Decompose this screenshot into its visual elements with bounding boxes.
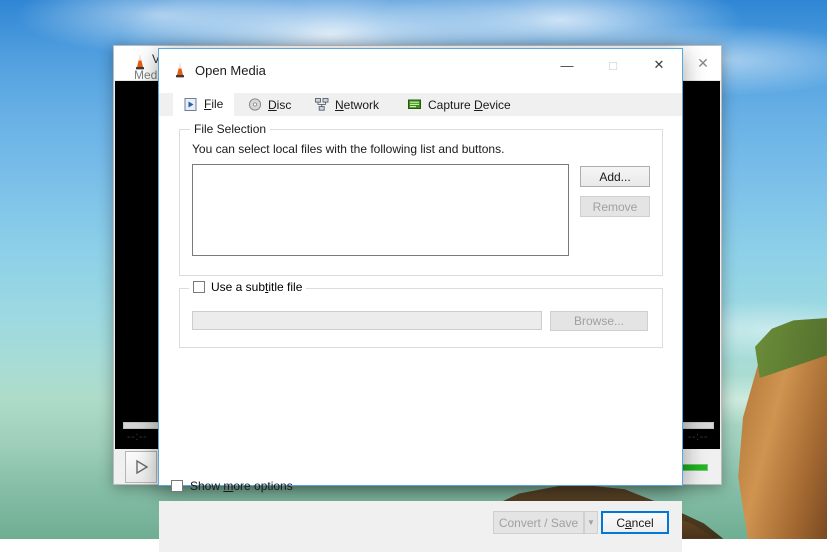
dialog-body: File Selection You can select local file…: [159, 116, 682, 552]
tab-network[interactable]: Network: [304, 93, 390, 116]
chevron-down-icon[interactable]: ▼: [584, 511, 598, 534]
play-icon: [136, 459, 149, 475]
tab-file-label: File: [204, 97, 224, 111]
tab-capture-device[interactable]: Capture Device: [397, 93, 522, 116]
vlc-elapsed-time: --:--: [127, 431, 148, 443]
add-button[interactable]: Add...: [580, 166, 650, 187]
dialog-tabstrip: File Disc Network Capture Device: [159, 93, 682, 117]
dialog-titlebar[interactable]: Open Media — □ ✕: [159, 49, 682, 93]
dialog-footer: Convert / Save ▼ Cancel: [159, 501, 682, 552]
file-selection-group: File Selection You can select local file…: [179, 122, 663, 276]
maximize-button[interactable]: □: [590, 49, 636, 81]
file-list[interactable]: [192, 164, 569, 256]
convert-save-button[interactable]: Convert / Save: [493, 511, 584, 534]
tab-file[interactable]: File: [173, 93, 235, 116]
cancel-button-label: Cancel: [616, 515, 654, 530]
subtitle-group: Use a subtitle file Browse...: [179, 280, 663, 348]
show-more-options-label: Show more options: [190, 479, 293, 493]
browse-button[interactable]: Browse...: [550, 311, 648, 331]
subtitle-path-input[interactable]: [192, 311, 542, 330]
show-more-options-checkbox-box[interactable]: [171, 480, 183, 492]
capture-card-icon: [408, 99, 421, 109]
cancel-button[interactable]: Cancel: [601, 511, 669, 534]
open-media-dialog[interactable]: Open Media — □ ✕ File Disc Network Captu…: [158, 48, 683, 552]
dialog-title: Open Media: [195, 63, 266, 78]
vlc-cone-icon: [176, 63, 184, 78]
file-selection-group-title: File Selection: [190, 122, 271, 136]
show-more-options-checkbox[interactable]: Show more options: [171, 479, 293, 493]
tab-capture-label: Capture Device: [428, 97, 511, 112]
vlc-remaining-time: --:--: [687, 431, 708, 443]
use-subtitle-label: Use a subtitle file: [211, 280, 303, 294]
minimize-button[interactable]: —: [544, 49, 590, 81]
tab-network-label: Network: [335, 97, 380, 112]
disc-icon: [248, 98, 262, 111]
remove-button[interactable]: Remove: [580, 196, 650, 217]
tab-disc[interactable]: Disc: [237, 93, 302, 116]
file-selection-hint: You can select local files with the foll…: [192, 142, 505, 156]
tab-disc-label: Disc: [268, 97, 292, 112]
vlc-close-button[interactable]: ✕: [693, 53, 713, 73]
vlc-play-button[interactable]: [125, 451, 157, 483]
close-button[interactable]: ✕: [636, 49, 682, 81]
use-subtitle-checkbox-box[interactable]: [193, 281, 205, 293]
use-subtitle-checkbox[interactable]: Use a subtitle file: [189, 280, 307, 294]
network-icon: [315, 98, 329, 111]
file-play-icon: [184, 97, 197, 111]
